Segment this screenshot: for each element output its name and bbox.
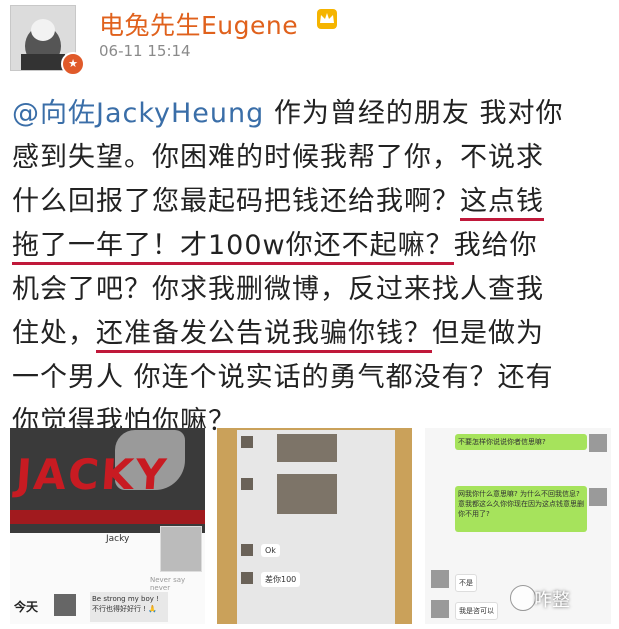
chat-screenshot: Ok 差你100 xyxy=(237,430,395,624)
wechat-logo-icon xyxy=(510,585,536,611)
post-text: 但是做为 xyxy=(432,318,544,349)
chat-image xyxy=(277,434,337,462)
post-timestamp: 06-11 15:14 xyxy=(99,42,191,60)
banner-strip xyxy=(10,510,205,524)
post-line: @向佐JackyHeung 作为曾经的朋友 我对你 xyxy=(12,92,612,136)
chat-avatar xyxy=(589,488,607,506)
post-line: 住处，还准备发公告说我骗你钱？但是做为 xyxy=(12,312,612,356)
chat-message: 差你100 xyxy=(261,572,301,587)
post-line: 什么回报了您最起码把钱还给我啊？这点钱 xyxy=(12,180,612,224)
post-line: 一个男人 你连个说实话的勇气都没有？还有 xyxy=(12,362,554,393)
post-text: 住处， xyxy=(12,318,96,349)
profile-tagline: Never say never xyxy=(150,576,186,592)
chat-avatar xyxy=(241,544,253,556)
profile-name: Jacky xyxy=(106,534,130,544)
chat-avatar xyxy=(241,572,253,584)
today-label: 今天 xyxy=(14,600,39,614)
highlighted-text: 拖了一年了！才100w你还不起嘛？ xyxy=(12,230,454,265)
chat-avatar xyxy=(241,436,253,448)
highlighted-text: 还准备发公告说我骗你钱？ xyxy=(96,318,432,353)
verified-badge-icon: ★ xyxy=(61,52,85,76)
chat-message-received: 不是 xyxy=(455,574,477,592)
chat-message-sent: 不要怎样你说说你者信思嘛? xyxy=(455,434,587,450)
moment-text: Be strong my boy ! 不行也得好好行 ! 🙏 xyxy=(90,592,168,622)
post-text: 作为曾经的朋友 我对你 xyxy=(264,98,564,129)
mention-link[interactable]: @向佐JackyHeung xyxy=(12,98,264,129)
chat-message-sent: 网我你什么意思嘛? 为什么不回我信息? 意我都这么久你你现在因为这点钱意思删你不… xyxy=(455,486,587,532)
highlighted-text: 这点钱 xyxy=(460,186,544,221)
crown-icon xyxy=(317,9,337,29)
chat-avatar xyxy=(589,434,607,452)
post-line: 感到失望。你困难的时候我帮了你，不说求 xyxy=(12,142,544,173)
chat-avatar xyxy=(431,570,449,588)
chat-avatar xyxy=(431,600,449,618)
post-text: 什么回报了您最起码把钱还给我啊？ xyxy=(12,186,460,217)
post-image-2[interactable]: Ok 差你100 xyxy=(217,428,412,624)
post-image-1[interactable]: JACKY Jacky Never say never 今天 Be strong… xyxy=(10,428,205,624)
banner-text: JACKY xyxy=(14,450,170,499)
post-text: 我给你 xyxy=(453,230,538,261)
chat-message: Ok xyxy=(261,544,280,557)
post-body: @向佐JackyHeung 作为曾经的朋友 我对你 感到失望。你困难的时候我帮了… xyxy=(12,92,612,444)
chat-image xyxy=(277,474,337,514)
watermark: 咋整 xyxy=(534,590,570,611)
post-line: 机会了吧？你求我删微博，反过来找人查我 xyxy=(12,274,544,305)
username[interactable]: 电兔先生Eugene xyxy=(99,6,298,42)
chat-avatar xyxy=(241,478,253,490)
chat-message-received: 我是咨可以 xyxy=(455,602,498,620)
profile-thumbnail xyxy=(160,526,202,572)
moment-thumbnail xyxy=(54,594,76,616)
post-line: 拖了一年了！才100w你还不起嘛？我给你 xyxy=(12,224,612,268)
